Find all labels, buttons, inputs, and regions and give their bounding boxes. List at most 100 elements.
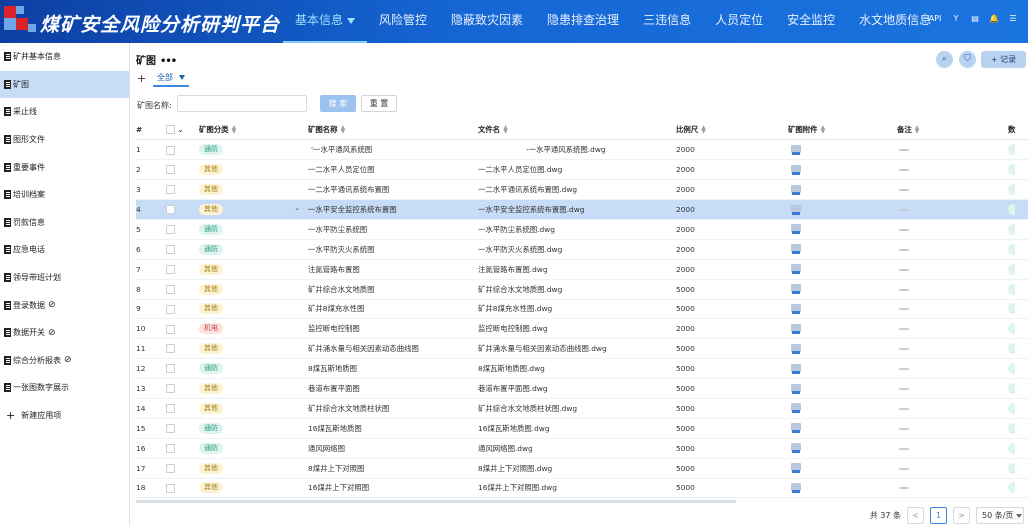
sort-icon[interactable]: ▲ ▼ [503, 125, 508, 135]
row-map-name[interactable]: 16煤井上下对照图 [308, 478, 478, 498]
row-checkbox[interactable] [166, 424, 175, 434]
row-remark[interactable] [897, 358, 1008, 380]
row-remark[interactable] [897, 338, 1008, 360]
prev-page-button[interactable]: < [907, 507, 924, 524]
row-file-name[interactable]: 8煤瓦斯地质图.dwg [478, 358, 676, 380]
row-checkbox[interactable] [166, 165, 175, 175]
sidebar-item[interactable]: 综合分析报表 ⊘ [0, 347, 129, 375]
chevron-down-icon[interactable]: ⌄ [178, 126, 184, 134]
row-select[interactable] [166, 418, 199, 439]
table-row[interactable]: 13 其他 巷道布置平面图 巷道布置平面图.dwg 5000 [136, 378, 1028, 399]
row-map-name[interactable]: 注氮管路布置图 [308, 259, 478, 280]
row-select[interactable] [166, 478, 199, 498]
row-data[interactable] [1008, 139, 1028, 161]
sidebar-item[interactable]: 登录数据 ⊘ [0, 291, 129, 319]
row-data[interactable] [1008, 279, 1028, 300]
file-attachment-icon[interactable] [791, 224, 801, 235]
sidebar-item[interactable]: 一张图数字展示 [0, 374, 129, 402]
more-icon[interactable]: ••• [160, 56, 177, 67]
table-row[interactable]: 8 其他 矿井综合水文地质图 矿井综合水文地质图.dwg 5000 [136, 279, 1028, 300]
row-map-name[interactable]: 一水平防灭火系统图 [308, 239, 478, 260]
table-row[interactable]: 17 其他 8煤井上下对照图 8煤井上下对照图.dwg 5000 [136, 458, 1028, 479]
row-data[interactable] [1008, 358, 1028, 380]
row-remark[interactable] [897, 299, 1008, 320]
table-row[interactable]: 10 机电 监控断电控制图 监控断电控制图.dwg 2000 [136, 318, 1028, 340]
row-attachment[interactable] [788, 199, 897, 220]
row-remark[interactable] [897, 159, 1008, 181]
bell-icon[interactable]: 🔔 [989, 14, 999, 23]
nav-hidden-hazard-factors[interactable]: 隐蔽致灾因素 [439, 0, 535, 43]
row-scale[interactable]: 2000 [676, 219, 788, 240]
row-file-name[interactable]: -一水平通风系统图.dwg [478, 139, 676, 161]
row-file-name[interactable]: 矿井涌水量与相关因素动态曲线图.dwg [478, 338, 676, 360]
row-map-name[interactable]: '一水平通风系统图 [308, 139, 478, 161]
row-attachment[interactable] [788, 139, 897, 161]
file-attachment-icon[interactable] [791, 363, 801, 374]
sidebar-item[interactable]: 矿井基本信息 [0, 43, 129, 71]
row-category[interactable]: 其他 [199, 299, 308, 320]
new-app-item[interactable]: + 新建应用项 [0, 402, 129, 430]
row-remark[interactable] [897, 279, 1008, 300]
row-scale[interactable]: 2000 [676, 159, 788, 181]
file-attachment-icon[interactable] [791, 303, 801, 314]
row-file-name[interactable]: 矿井8煤充水性图.dwg [478, 299, 676, 320]
row-attachment[interactable] [788, 378, 897, 399]
row-remark[interactable] [897, 458, 1008, 479]
file-attachment-icon[interactable] [791, 423, 801, 434]
row-scale[interactable]: 5000 [676, 358, 788, 380]
row-select[interactable] [166, 159, 199, 181]
row-data[interactable] [1008, 418, 1028, 439]
table-row[interactable]: 9 其他 矿井8煤充水性图 矿井8煤充水性图.dwg 5000 [136, 299, 1028, 320]
document-icon[interactable]: ▤ [970, 14, 980, 23]
row-scale[interactable]: 5000 [676, 438, 788, 459]
file-attachment-icon[interactable] [791, 323, 801, 334]
col-remark[interactable]: 备注 ▲ ▼ [897, 120, 1008, 141]
row-checkbox[interactable] [166, 364, 175, 374]
row-data[interactable] [1008, 179, 1028, 201]
sidebar-item[interactable]: 矿图 [0, 70, 129, 99]
table-row[interactable]: 14 其他 矿井综合水文地质柱状图 矿井综合水文地质柱状图.dwg 5000 [136, 398, 1028, 419]
row-category[interactable]: 通防 [199, 418, 308, 439]
row-select[interactable] [166, 398, 199, 419]
row-map-name[interactable]: 矿井综合水文地质柱状图 [308, 398, 478, 419]
col-file-name[interactable]: 文件名 ▲ ▼ [478, 120, 676, 141]
row-select[interactable] [166, 179, 199, 201]
row-data[interactable] [1008, 458, 1028, 479]
row-scale[interactable]: 5000 [676, 478, 788, 498]
row-file-name[interactable]: 一二水平人员定位图.dwg [478, 159, 676, 181]
table-row[interactable]: 4 其他 ⌄ 一水平安全监控系统布置图 一水平安全监控系统布置图.dwg 2000 [136, 199, 1028, 220]
row-scale[interactable]: 5000 [676, 398, 788, 419]
row-map-name[interactable]: 一二水平通讯系统布置图 [308, 179, 478, 201]
row-checkbox[interactable] [166, 344, 175, 354]
row-select[interactable] [166, 358, 199, 380]
row-checkbox[interactable] [166, 264, 175, 274]
add-view-icon[interactable]: + [137, 72, 146, 85]
row-scale[interactable]: 2000 [676, 318, 788, 340]
nav-three-violations[interactable]: 三违信息 [631, 0, 703, 43]
row-checkbox[interactable] [166, 384, 175, 394]
sort-icon[interactable]: ▲ ▼ [821, 125, 826, 135]
table-row[interactable]: 5 通防 一水平防尘系统图 一水平防尘系统图.dwg 2000 [136, 219, 1028, 240]
row-file-name[interactable]: 巷道布置平面图.dwg [478, 378, 676, 399]
chevron-down-icon[interactable]: ⌄ [294, 204, 300, 212]
row-select[interactable] [166, 458, 199, 479]
row-file-name[interactable]: 一水平防尘系统图.dwg [478, 219, 676, 240]
nav-personnel-location[interactable]: 人员定位 [703, 0, 775, 43]
file-attachment-icon[interactable] [791, 403, 801, 414]
file-attachment-icon[interactable] [791, 284, 801, 295]
eye-off-icon[interactable]: ⊘ [64, 355, 72, 365]
row-map-name[interactable]: 8煤井上下对照图 [308, 458, 478, 479]
row-checkbox[interactable] [166, 245, 175, 255]
row-scale[interactable]: 5000 [676, 458, 788, 479]
file-attachment-icon[interactable] [791, 463, 801, 474]
row-checkbox[interactable] [166, 205, 175, 215]
row-map-name[interactable]: 一水平防尘系统图 [308, 219, 478, 240]
row-scale[interactable]: 5000 [676, 418, 788, 439]
row-category[interactable]: 其他 [199, 279, 308, 300]
row-attachment[interactable] [788, 159, 897, 181]
row-scale[interactable]: 5000 [676, 299, 788, 320]
table-row[interactable]: 16 通防 通风网络图 通风网络图.dwg 5000 [136, 438, 1028, 459]
row-file-name[interactable]: 8煤井上下对照图.dwg [478, 458, 676, 479]
eye-off-icon[interactable]: ⊘ [48, 328, 56, 338]
row-data[interactable] [1008, 338, 1028, 360]
